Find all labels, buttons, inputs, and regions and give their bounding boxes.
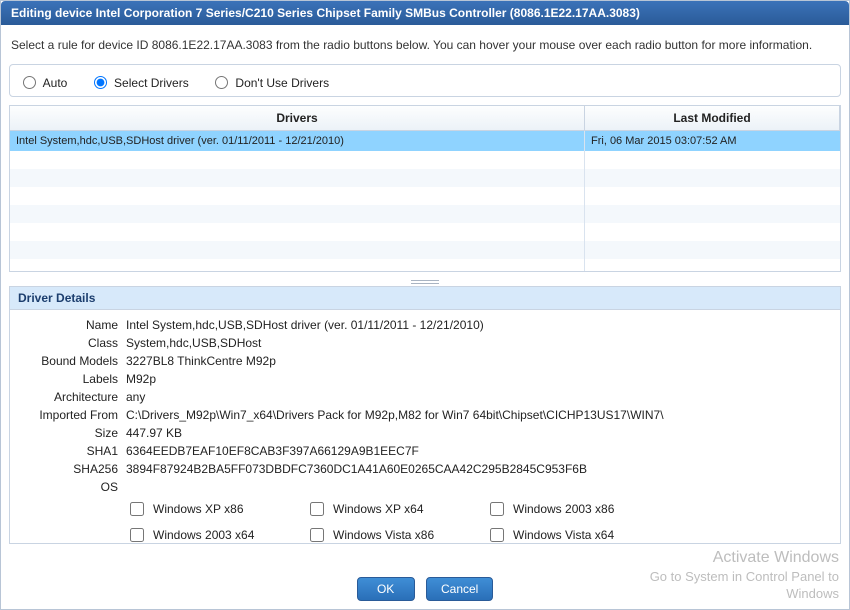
os-option[interactable]: Windows 2003 x64 bbox=[126, 522, 306, 543]
detail-label-class: Class bbox=[18, 336, 126, 350]
table-row[interactable]: Intel System,hdc,USB,SDHost driver (ver.… bbox=[10, 131, 840, 151]
os-checkbox-grid: Windows XP x86 Windows XP x64 Windows 2003… bbox=[126, 496, 832, 543]
detail-label-size: Size bbox=[18, 426, 126, 440]
splitter-grip-icon bbox=[411, 280, 439, 284]
table-row-empty bbox=[10, 187, 840, 205]
cancel-button[interactable]: Cancel bbox=[426, 577, 493, 601]
table-row-empty bbox=[10, 205, 840, 223]
os-option-label: Windows 2003 x64 bbox=[153, 528, 254, 542]
detail-label-bound-models: Bound Models bbox=[18, 354, 126, 368]
driver-details-panel: Driver Details NameIntel System,hdc,USB,… bbox=[9, 286, 841, 544]
drivers-table-header: Drivers Last Modified bbox=[10, 106, 840, 131]
detail-label-labels: Labels bbox=[18, 372, 126, 386]
radio-auto-input[interactable] bbox=[23, 76, 36, 89]
detail-value-architecture: any bbox=[126, 390, 832, 404]
os-option-label: Windows 2003 x86 bbox=[513, 502, 614, 516]
drivers-table: Drivers Last Modified Intel System,hdc,U… bbox=[9, 105, 841, 272]
table-row-empty bbox=[10, 223, 840, 241]
dialog-button-bar: OK Cancel bbox=[1, 577, 849, 601]
radio-auto-label: Auto bbox=[43, 76, 68, 90]
detail-label-sha1: SHA1 bbox=[18, 444, 126, 458]
os-option-label: Windows XP x64 bbox=[333, 502, 424, 516]
detail-value-sha1: 6364EEDB7EAF10EF8CAB3F397A66129A9B1EEC7F bbox=[126, 444, 832, 458]
os-option-label: Windows Vista x64 bbox=[513, 528, 614, 542]
os-option[interactable]: Windows Vista x64 bbox=[486, 522, 666, 543]
ok-button[interactable]: OK bbox=[357, 577, 415, 601]
instructions-text: Select a rule for device ID 8086.1E22.17… bbox=[1, 25, 849, 62]
driver-details-body: NameIntel System,hdc,USB,SDHost driver (… bbox=[10, 310, 840, 543]
os-checkbox[interactable] bbox=[490, 528, 504, 542]
table-row-empty bbox=[10, 151, 840, 169]
table-row-empty bbox=[10, 259, 840, 271]
driver-details-heading: Driver Details bbox=[10, 287, 840, 310]
table-row-empty bbox=[10, 169, 840, 187]
watermark-line1: Activate Windows bbox=[650, 548, 839, 569]
dialog-title: Editing device Intel Corporation 7 Serie… bbox=[1, 1, 849, 25]
radio-dont-use-drivers-input[interactable] bbox=[215, 76, 228, 89]
detail-label-os: OS bbox=[18, 480, 126, 494]
os-option[interactable]: Windows XP x64 bbox=[306, 496, 486, 522]
drivers-table-body[interactable]: Intel System,hdc,USB,SDHost driver (ver.… bbox=[10, 131, 840, 271]
cell-last-modified: Fri, 06 Mar 2015 03:07:52 AM bbox=[585, 131, 840, 151]
table-row-empty bbox=[10, 241, 840, 259]
os-checkbox[interactable] bbox=[130, 528, 144, 542]
os-checkbox[interactable] bbox=[490, 502, 504, 516]
detail-value-size: 447.97 KB bbox=[126, 426, 832, 440]
detail-label-sha256: SHA256 bbox=[18, 462, 126, 476]
cell-driver: Intel System,hdc,USB,SDHost driver (ver.… bbox=[10, 131, 585, 151]
os-option[interactable]: Windows Vista x86 bbox=[306, 522, 486, 543]
detail-value-sha256: 3894F87924B2BA5FF073DBDFC7360DC1A41A60E0… bbox=[126, 462, 832, 476]
detail-value-labels: M92p bbox=[126, 372, 832, 386]
detail-value-os bbox=[126, 480, 832, 494]
detail-label-architecture: Architecture bbox=[18, 390, 126, 404]
radio-select-drivers-label: Select Drivers bbox=[114, 76, 189, 90]
detail-value-name: Intel System,hdc,USB,SDHost driver (ver.… bbox=[126, 318, 832, 332]
radio-select-drivers-input[interactable] bbox=[94, 76, 107, 89]
detail-value-imported-from: C:\Drivers_M92p\Win7_x64\Drivers Pack fo… bbox=[126, 408, 832, 422]
rule-radio-group: Auto Select Drivers Don't Use Drivers bbox=[9, 64, 841, 97]
radio-auto[interactable]: Auto bbox=[18, 76, 71, 90]
os-checkbox[interactable] bbox=[310, 528, 324, 542]
os-option[interactable]: Windows 2003 x86 bbox=[486, 496, 666, 522]
column-header-drivers[interactable]: Drivers bbox=[10, 106, 585, 130]
detail-value-bound-models: 3227BL8 ThinkCentre M92p bbox=[126, 354, 832, 368]
os-option[interactable]: Windows XP x86 bbox=[126, 496, 306, 522]
column-header-last-modified[interactable]: Last Modified bbox=[585, 106, 840, 130]
radio-dont-use-drivers[interactable]: Don't Use Drivers bbox=[210, 76, 329, 90]
radio-select-drivers[interactable]: Select Drivers bbox=[89, 76, 192, 90]
detail-label-name: Name bbox=[18, 318, 126, 332]
os-checkbox[interactable] bbox=[310, 502, 324, 516]
radio-dont-use-drivers-label: Don't Use Drivers bbox=[235, 76, 329, 90]
os-checkbox[interactable] bbox=[130, 502, 144, 516]
os-option-label: Windows Vista x86 bbox=[333, 528, 434, 542]
detail-value-class: System,hdc,USB,SDHost bbox=[126, 336, 832, 350]
detail-label-imported-from: Imported From bbox=[18, 408, 126, 422]
os-option-label: Windows XP x86 bbox=[153, 502, 244, 516]
splitter-handle[interactable] bbox=[9, 278, 841, 286]
